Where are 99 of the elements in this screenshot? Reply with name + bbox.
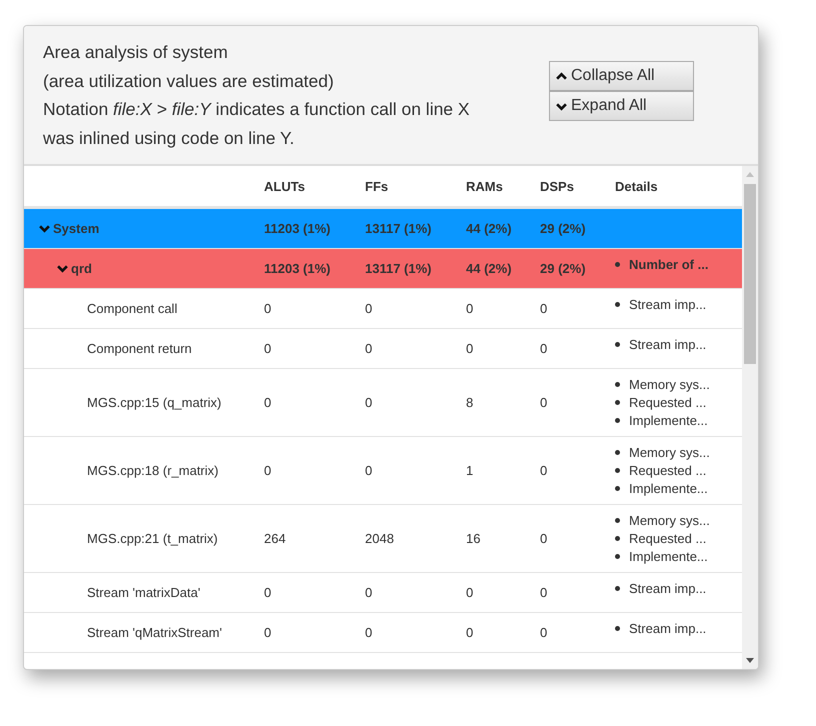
- detail-text: Stream imp...: [629, 581, 706, 596]
- table-cell-text: 8: [466, 395, 474, 410]
- detail-text: Memory sys...: [629, 445, 710, 460]
- table-cell-text: 264: [264, 531, 287, 546]
- tree-row[interactable]: MGS.cpp:15 (q_matrix) 0 0 8 0 Memory sys... Requested ... Implemente...: [24, 369, 742, 437]
- table-cell-text: 0: [365, 585, 374, 600]
- scroll-up-icon[interactable]: [746, 171, 754, 177]
- table-cell-text: 0: [466, 625, 474, 640]
- detail-text: Stream imp...: [629, 297, 706, 312]
- table-cell-text: 0: [264, 625, 272, 640]
- expand-all-button[interactable]: Expand All: [549, 91, 694, 121]
- table-cell-text: 13117 (1%): [365, 261, 432, 276]
- table-cell-text: 0: [365, 463, 374, 478]
- bullet-icon: [615, 536, 620, 541]
- component-name: Component call: [87, 301, 178, 316]
- bullet-icon: [615, 262, 620, 267]
- detail-text: Memory sys...: [629, 377, 710, 392]
- chevron-up-icon: [556, 70, 567, 82]
- bullet-icon: [615, 554, 620, 559]
- detail-text: Stream imp...: [629, 337, 706, 352]
- table-cell-text: 29 (2%): [540, 221, 587, 236]
- detail-text: Requested ...: [629, 463, 706, 478]
- table-cell-text: 44 (2%): [466, 261, 513, 276]
- component-name: Stream 'qMatrixStream': [87, 625, 222, 640]
- table-cell-text: 2048: [365, 531, 395, 546]
- table-cell-text: 0: [540, 395, 548, 410]
- column-header[interactable]: RAMs: [466, 178, 540, 194]
- table-cell-text: 0: [540, 463, 548, 478]
- table-cell-text: 0: [466, 301, 474, 316]
- scroll-down-icon[interactable]: [746, 658, 754, 664]
- bullet-icon: [615, 626, 620, 631]
- description-text: was inlined using code on line Y.: [43, 126, 296, 150]
- description-text: Area analysis of system: [43, 41, 229, 64]
- tree-row[interactable]: Stream 'qMatrixStream' 0 0 0 0 Stream imp...: [24, 613, 742, 653]
- tree-row[interactable]: MGS.cpp:21 (t_matrix) 264 2048 16 0 Memory sys... Requested ... Implemente...: [24, 505, 742, 573]
- column-header[interactable]: Details: [615, 178, 740, 194]
- table-cell-text: 11203 (1%): [264, 261, 332, 276]
- detail-text: Implemente...: [629, 481, 708, 496]
- bullet-icon: [615, 450, 620, 455]
- table-cell-text: 29 (2%): [540, 261, 587, 276]
- bullet-icon: [615, 418, 620, 423]
- scrollbar[interactable]: [742, 166, 758, 669]
- column-header[interactable]: FFs: [365, 178, 466, 194]
- table-cell-text: 0: [540, 585, 548, 600]
- component-name: Component return: [87, 341, 192, 356]
- bullet-icon: [615, 486, 620, 491]
- tree-row[interactable]: Stream 'matrixData' 0 0 0 0 Stream imp...: [24, 573, 742, 613]
- bullet-icon: [615, 382, 620, 387]
- component-name: qrd: [71, 261, 92, 276]
- tree-row[interactable]: MGS.cpp:18 (r_matrix) 0 0 1 0 Memory sys... Requested ... Implemente...: [24, 437, 742, 505]
- table-cell-text: 16: [466, 531, 482, 546]
- table-cell-text: 1: [466, 463, 474, 478]
- component-name: System: [53, 221, 100, 236]
- tree-row[interactable]: Component return 0 0 0 0 Stream imp...: [24, 329, 742, 369]
- table-cell-text: 0: [264, 463, 272, 478]
- tree-row[interactable]: qrd 11203 (1%) 13117 (1%) 44 (2%) 29 (2%) Number of ...: [24, 249, 742, 289]
- detail-text: Requested ...: [629, 395, 706, 410]
- table-cell-text: 44 (2%): [466, 221, 513, 236]
- table-cell-text: 11203 (1%): [264, 221, 332, 236]
- table-cell-text: 0: [365, 625, 374, 640]
- chevron-down-icon: [556, 100, 567, 112]
- table-cell-text: 0: [466, 341, 474, 356]
- detail-text: Requested ...: [629, 531, 706, 546]
- table-cell-text: 0: [466, 585, 474, 600]
- bullet-icon: [615, 342, 620, 347]
- bullet-icon: [615, 586, 620, 591]
- column-header[interactable]: ALUTs: [264, 178, 365, 194]
- table-cell-text: 0: [264, 395, 272, 410]
- tree-row[interactable]: System 11203 (1%) 13117 (1%) 44 (2%) 29 (2%): [24, 209, 742, 249]
- table-cell-text: 0: [540, 531, 548, 546]
- bullet-icon: [615, 468, 620, 473]
- table-cell-text: 0: [264, 341, 272, 356]
- bullet-icon: [615, 400, 620, 405]
- tree-row[interactable]: Component call 0 0 0 0 Stream imp...: [24, 289, 742, 329]
- table-cell-text: 0: [365, 301, 374, 316]
- description-text: (area utilization values are estimated): [43, 70, 335, 93]
- table-cell-text: 0: [540, 625, 548, 640]
- component-name: MGS.cpp:15 (q_matrix): [87, 395, 222, 410]
- bullet-icon: [615, 518, 620, 523]
- table-cell-text: 0: [365, 341, 374, 356]
- component-name: MGS.cpp:18 (r_matrix): [87, 463, 218, 478]
- detail-text: Number of ...: [629, 257, 708, 272]
- table-cell-text: 0: [540, 341, 548, 356]
- table-cell-text: 0: [365, 395, 374, 410]
- table-cell-text: 0: [540, 301, 548, 316]
- bullet-icon: [615, 302, 620, 307]
- column-header[interactable]: DSPs: [540, 178, 615, 194]
- component-name: MGS.cpp:21 (t_matrix): [87, 531, 218, 546]
- collapse-all-button[interactable]: Collapse All: [549, 61, 694, 91]
- description-text: Notation file:X > file:Y indicates a function call on line X: [43, 98, 471, 121]
- scrollbar-thumb[interactable]: [744, 184, 756, 364]
- detail-text: Implemente...: [629, 413, 708, 428]
- table-cell-text: 0: [264, 301, 272, 316]
- detail-text: Stream imp...: [629, 621, 706, 636]
- component-name: Stream 'matrixData': [87, 585, 200, 600]
- detail-text: Memory sys...: [629, 513, 710, 528]
- table-cell-text: 13117 (1%): [365, 221, 432, 236]
- detail-text: Implemente...: [629, 549, 708, 564]
- table-cell-text: 0: [264, 585, 272, 600]
